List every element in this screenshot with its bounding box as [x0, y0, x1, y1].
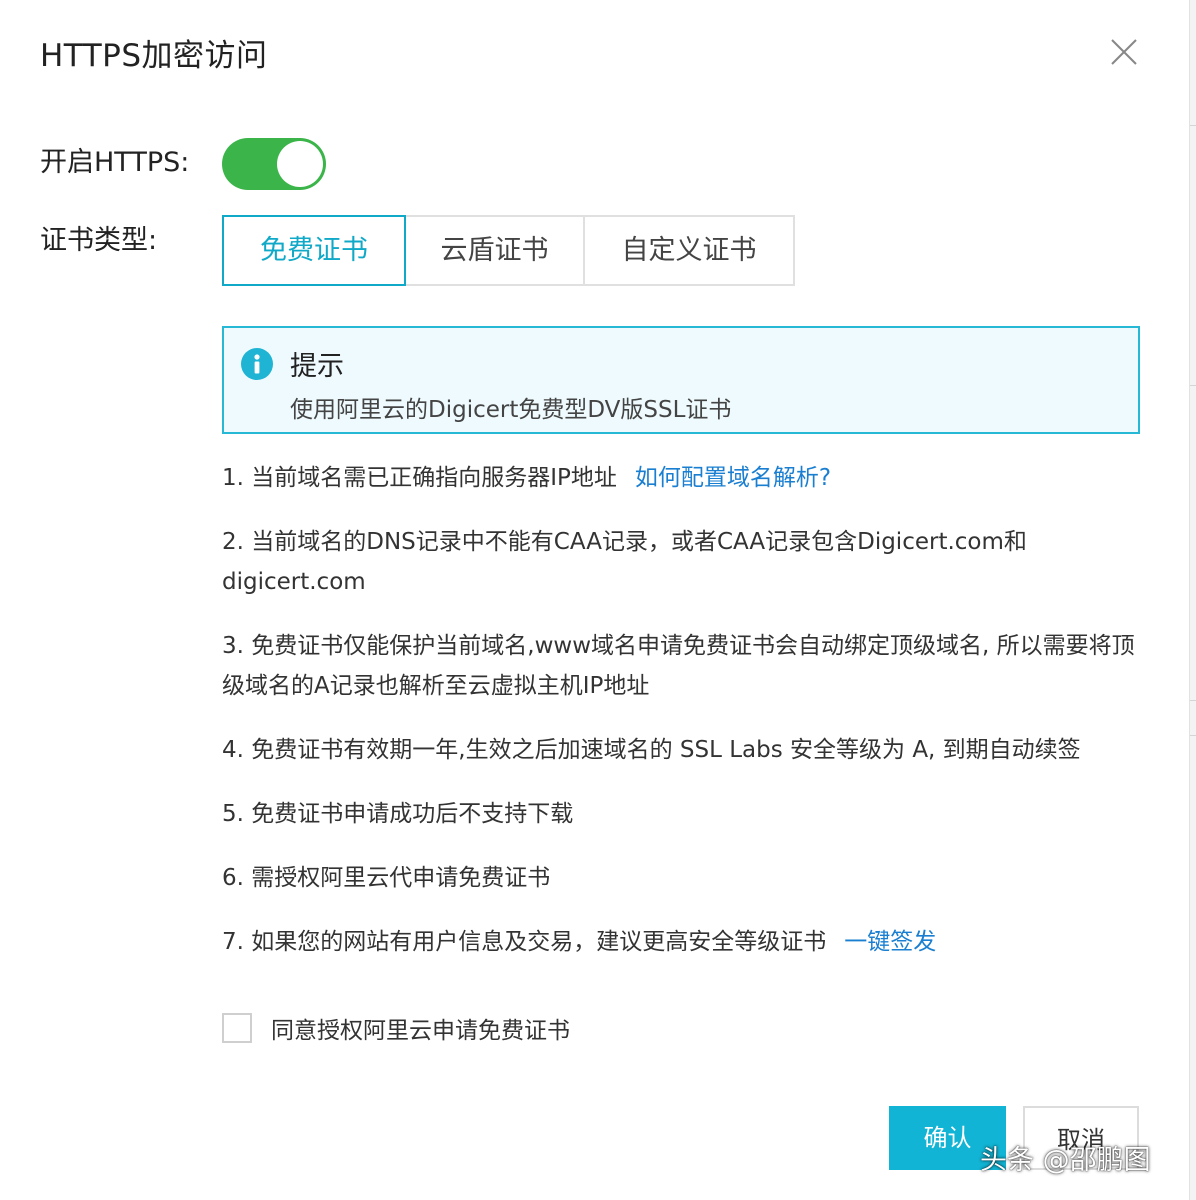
cert-type-tabs: 免费证书 云盾证书 自定义证书: [222, 215, 795, 286]
list-item: 1. 当前域名需已正确指向服务器IP地址 如何配置域名解析?: [222, 458, 1142, 498]
one-click-issue-link[interactable]: 一键签发: [844, 929, 936, 955]
agree-row: 同意授权阿里云申请免费证书: [222, 1013, 570, 1044]
close-icon[interactable]: [1104, 32, 1144, 72]
agree-checkbox[interactable]: [222, 1013, 252, 1043]
list-item: 3. 免费证书仅能保护当前域名,www域名申请免费证书会自动绑定顶级域名, 所以…: [222, 626, 1142, 706]
note-text: 5. 免费证书申请成功后不支持下载: [222, 801, 574, 827]
list-item: 6. 需授权阿里云代申请免费证书: [222, 858, 1142, 898]
note-text: 1. 当前域名需已正确指向服务器IP地址: [222, 465, 617, 491]
tab-custom-cert[interactable]: 自定义证书: [585, 215, 795, 286]
info-icon: [241, 348, 273, 380]
list-item: 4. 免费证书有效期一年,生效之后加速域名的 SSL Labs 安全等级为 A,…: [222, 730, 1142, 770]
cert-type-label: 证书类型:: [40, 225, 158, 256]
https-toggle[interactable]: [222, 138, 326, 190]
list-item: 7. 如果您的网站有用户信息及交易，建议更高安全等级证书 一键签发: [222, 922, 1142, 962]
list-item: 2. 当前域名的DNS记录中不能有CAA记录，或者CAA记录包含Digicert…: [222, 522, 1142, 602]
tip-title: 提示: [290, 351, 344, 382]
note-text: 3. 免费证书仅能保护当前域名,www域名申请免费证书会自动绑定顶级域名, 所以…: [222, 633, 1135, 699]
note-text: 2. 当前域名的DNS记录中不能有CAA记录，或者CAA记录包含Digicert…: [222, 529, 1027, 595]
https-label: 开启HTTPS:: [40, 147, 190, 178]
background-page-edge: [1189, 0, 1196, 1200]
dns-config-link[interactable]: 如何配置域名解析?: [635, 465, 831, 491]
tip-box: 提示 使用阿里云的Digicert免费型DV版SSL证书: [222, 326, 1140, 434]
note-text: 6. 需授权阿里云代申请免费证书: [222, 865, 551, 891]
watermark: 头条 @邵鹏图: [980, 1145, 1151, 1176]
tab-cloud-shield-cert[interactable]: 云盾证书: [406, 215, 585, 286]
note-text: 4. 免费证书有效期一年,生效之后加速域名的 SSL Labs 安全等级为 A,…: [222, 737, 1081, 763]
list-item: 5. 免费证书申请成功后不支持下载: [222, 794, 1142, 834]
agree-label: 同意授权阿里云申请免费证书: [271, 1018, 570, 1044]
tab-free-cert[interactable]: 免费证书: [222, 215, 406, 286]
https-dialog: HTTPS加密访问 开启HTTPS: 证书类型: 免费证书 云盾证书 自定义证书…: [0, 0, 1196, 1200]
tip-text: 使用阿里云的Digicert免费型DV版SSL证书: [290, 397, 732, 423]
dialog-title: HTTPS加密访问: [40, 38, 268, 74]
note-text: 7. 如果您的网站有用户信息及交易，建议更高安全等级证书: [222, 929, 827, 955]
toggle-knob: [277, 141, 323, 187]
